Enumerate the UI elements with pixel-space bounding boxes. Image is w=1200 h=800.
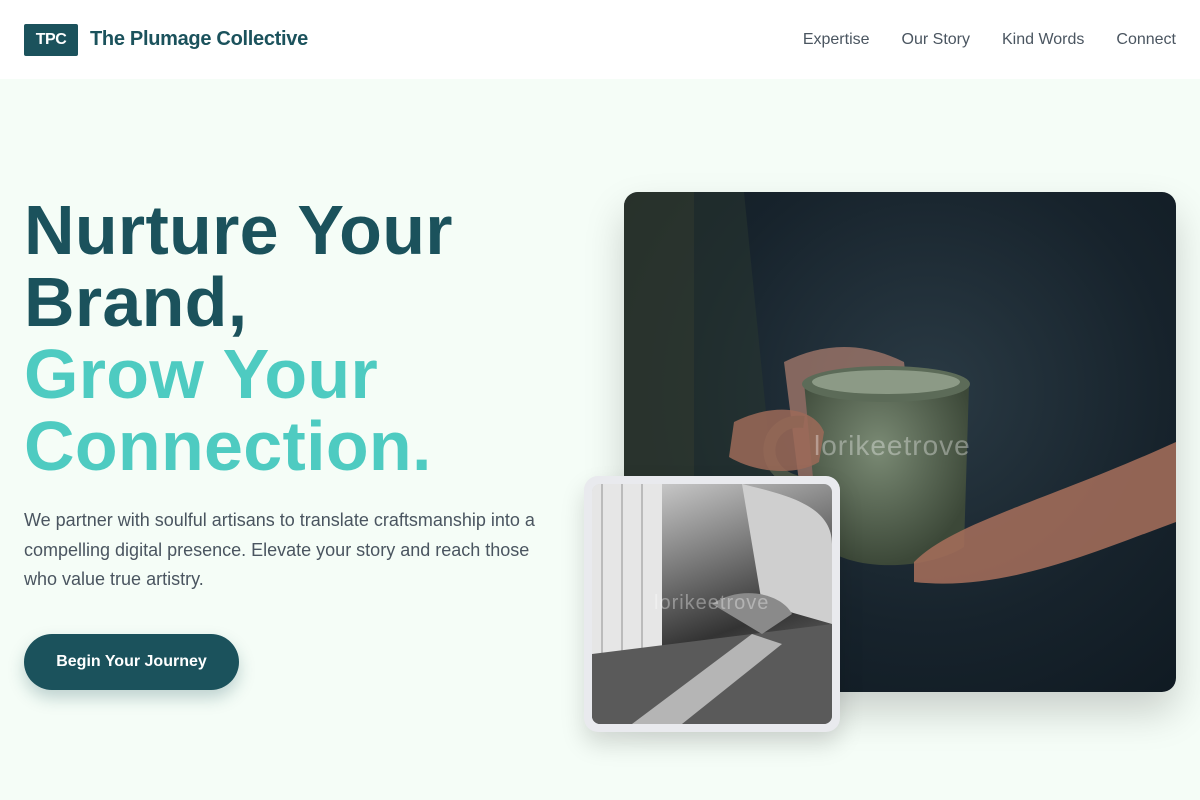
hero-lead-text: We partner with soulful artisans to tran… [24,510,535,589]
begin-journey-button[interactable]: Begin Your Journey [24,634,239,690]
nav-link-expertise[interactable]: Expertise [803,31,870,49]
hero-headline: Nurture Your Brand, Grow Your Connection… [24,194,584,482]
headline-line-4: Connection. [24,407,432,485]
logo[interactable]: TPC The Plumage Collective [24,23,308,56]
inset-photo-frame: lorikeetrove [584,476,840,732]
hero-image-watermark: lorikeetrove [814,430,971,461]
headline-line-2: Brand, [24,263,248,341]
inset-image-watermark: lorikeetrove [654,592,770,614]
logo-badge: TPC [24,23,78,56]
nav-link-kind-words[interactable]: Kind Words [1002,31,1084,49]
headline-line-3: Grow Your [24,335,379,413]
brand-name: The Plumage Collective [90,28,308,50]
nav-link-our-story[interactable]: Our Story [902,31,970,49]
site-header: TPC The Plumage Collective Expertise Our… [0,0,1200,79]
nav-link-connect[interactable]: Connect [1116,31,1176,49]
headline-line-1: Nurture Your [24,191,453,269]
main-nav: Expertise Our Story Kind Words Connect [771,31,1176,49]
